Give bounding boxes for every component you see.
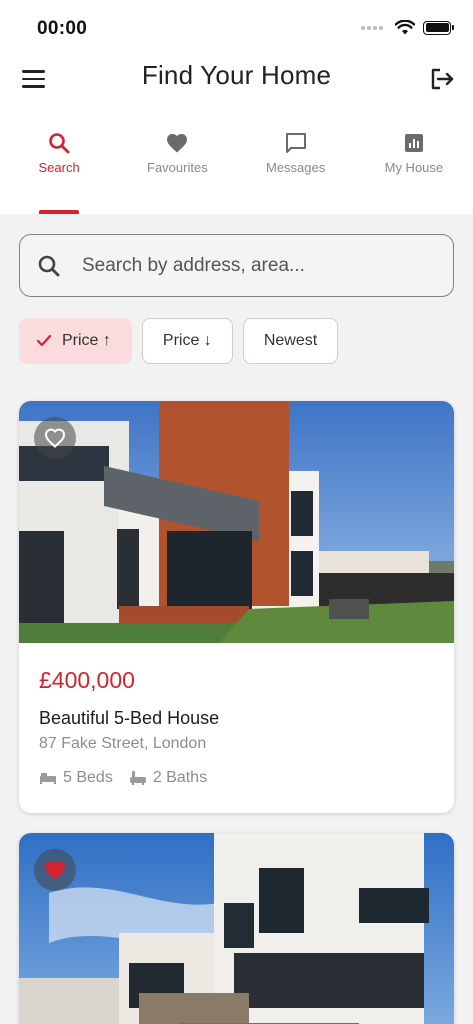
- tab-label: Messages: [266, 160, 326, 175]
- baths-info: 2 Baths: [129, 769, 207, 787]
- page-title: Find Your Home: [141, 60, 332, 90]
- listing-photo: [19, 401, 454, 643]
- tab-label: Search: [38, 160, 80, 175]
- chat-icon: [283, 130, 309, 156]
- filter-price-desc[interactable]: Price ↓: [141, 318, 233, 364]
- heart-outline-icon: [44, 428, 66, 448]
- listing-features: 5 Beds 2 Baths: [39, 769, 434, 787]
- tab-label: Favourites: [147, 160, 208, 175]
- status-icons: [361, 20, 454, 35]
- tab-search[interactable]: Search: [0, 124, 118, 214]
- tab-messages[interactable]: Messages: [237, 124, 355, 214]
- active-tab-indicator: [39, 210, 79, 214]
- logout-icon[interactable]: [427, 64, 457, 94]
- search-input[interactable]: [82, 254, 402, 277]
- listing-photo: [19, 833, 454, 1024]
- beds-label: 5 Beds: [63, 769, 113, 786]
- listing-title: Beautiful 5-Bed House: [39, 708, 220, 728]
- search-icon: [38, 255, 60, 276]
- tab-my-house[interactable]: My House: [355, 124, 473, 214]
- listing-price: £400,000: [39, 667, 135, 693]
- status-time: 00:00: [37, 18, 88, 39]
- heart-filled-icon: [45, 861, 65, 880]
- bed-icon: [40, 773, 56, 784]
- search-icon: [46, 130, 72, 156]
- top-section: 00:00 Find Your Home Search Favourites M…: [0, 0, 473, 214]
- wifi-icon: [395, 20, 415, 35]
- battery-icon: [423, 20, 454, 35]
- listing-address: 87 Fake Street, London: [39, 735, 207, 752]
- tab-label: My House: [384, 160, 444, 175]
- baths-label: 2 Baths: [152, 769, 208, 786]
- beds-info: 5 Beds: [39, 769, 113, 787]
- heart-icon: [164, 130, 190, 156]
- tab-favourites[interactable]: Favourites: [118, 124, 236, 214]
- favourite-button[interactable]: [34, 417, 76, 459]
- sort-filters: Price ↑ Price ↓ Newest: [19, 318, 339, 364]
- search-bar[interactable]: [19, 234, 454, 297]
- listing-card[interactable]: £400,000 Beautiful 5-Bed House 87 Fake S…: [19, 401, 454, 813]
- filter-label: Price ↓: [162, 332, 212, 349]
- favourite-button[interactable]: [34, 849, 76, 891]
- listing-card[interactable]: [19, 833, 454, 1024]
- status-bar: 00:00: [0, 0, 473, 58]
- filter-price-asc[interactable]: Price ↑: [19, 318, 132, 364]
- check-icon: [36, 334, 52, 347]
- filter-label: Price ↑: [62, 332, 111, 349]
- filter-newest[interactable]: Newest: [242, 318, 339, 364]
- filter-label: Newest: [263, 332, 318, 349]
- signal-icon: [361, 25, 383, 30]
- chart-icon: [401, 130, 427, 156]
- listing-details: £400,000 Beautiful 5-Bed House 87 Fake S…: [19, 643, 454, 787]
- tab-bar: Search Favourites Messages My House: [0, 124, 473, 214]
- app-bar: Find Your Home: [0, 58, 473, 106]
- bath-icon: [129, 771, 146, 785]
